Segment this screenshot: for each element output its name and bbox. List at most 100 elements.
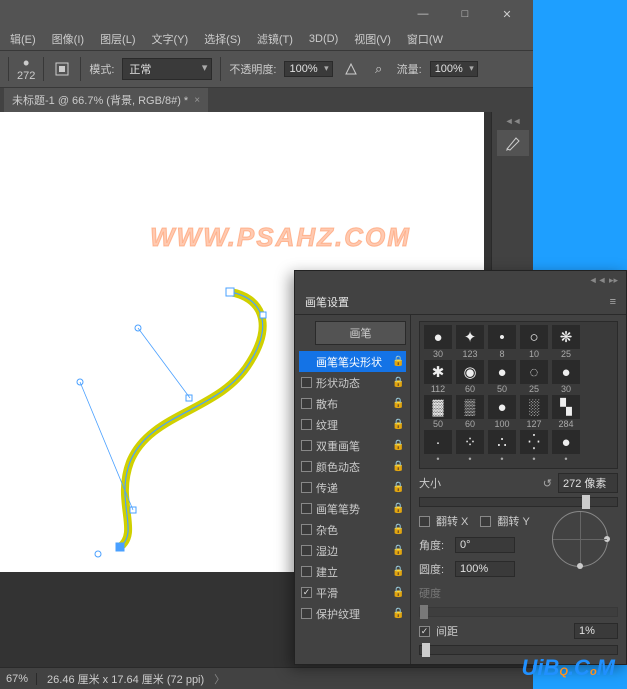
brush-preset[interactable]: ▒60 — [455, 395, 485, 430]
brush-option-row[interactable]: ✓平滑🔒 — [299, 582, 406, 603]
brush-option-row[interactable]: 双重画笔🔒 — [299, 435, 406, 456]
brush-option-row[interactable]: 杂色🔒 — [299, 519, 406, 540]
brush-option-row[interactable]: 纹理🔒 — [299, 414, 406, 435]
brush-option-row[interactable]: 形状动态🔒 — [299, 372, 406, 393]
flow-input[interactable]: 100% — [430, 61, 478, 77]
search-icon[interactable]: ⌕ — [369, 59, 389, 79]
brush-option-row[interactable]: 建立🔒 — [299, 561, 406, 582]
menu-layer[interactable]: 图层(L) — [94, 29, 141, 49]
brush-preset[interactable]: ●30 — [423, 325, 453, 360]
brush-option-row[interactable]: 散布🔒 — [299, 393, 406, 414]
brush-option-row[interactable]: 画笔笔尖形状🔒 — [299, 351, 406, 372]
brush-preset[interactable]: ░127 — [519, 395, 549, 430]
menu-image[interactable]: 图像(I) — [46, 29, 90, 49]
brush-preset[interactable]: ●• — [551, 430, 581, 465]
flip-y-checkbox[interactable] — [480, 516, 491, 527]
brush-presets-tab[interactable]: 画笔 — [315, 321, 406, 345]
brush-preset[interactable]: ∴• — [487, 430, 517, 465]
lock-icon[interactable]: 🔒 — [392, 461, 404, 472]
brush-preset[interactable]: ⁘• — [455, 430, 485, 465]
menu-edit[interactable]: 辑(E) — [4, 29, 42, 49]
brush-option-row[interactable]: 画笔笔势🔒 — [299, 498, 406, 519]
angle-wheel[interactable] — [552, 511, 608, 567]
tab-close-icon[interactable]: × — [194, 95, 200, 106]
row-checkbox[interactable] — [301, 566, 312, 577]
opacity-input[interactable]: 100% — [284, 61, 332, 77]
row-checkbox[interactable] — [301, 545, 312, 556]
lock-icon[interactable]: 🔒 — [392, 377, 404, 388]
brush-tip-grid[interactable]: ●30✦123•8○10❋25✱112◉60●50◌25●30▓50▒60●10… — [419, 321, 618, 469]
lock-icon[interactable]: 🔒 — [392, 503, 404, 514]
lock-icon[interactable]: 🔒 — [392, 608, 404, 619]
reset-size-icon[interactable]: ↺ — [543, 477, 552, 490]
panel-collapse-handle[interactable]: ◄◄ ▸▸ — [295, 271, 626, 289]
brush-preset[interactable]: ◌25 — [519, 360, 549, 395]
brush-preset[interactable]: ●100 — [487, 395, 517, 430]
row-checkbox[interactable] — [301, 482, 312, 493]
maximize-button[interactable]: □ — [445, 2, 485, 26]
menu-3d[interactable]: 3D(D) — [303, 31, 344, 47]
close-button[interactable]: ✕ — [487, 2, 527, 26]
row-checkbox[interactable]: ✓ — [301, 587, 312, 598]
lock-icon[interactable]: 🔒 — [392, 398, 404, 409]
brush-preset[interactable]: ○10 — [519, 325, 549, 360]
row-checkbox[interactable] — [301, 524, 312, 535]
spacing-checkbox[interactable]: ✓ — [419, 626, 430, 637]
menu-filter[interactable]: 滤镜(T) — [251, 29, 299, 49]
menu-select[interactable]: 选择(S) — [198, 29, 247, 49]
brush-preset[interactable]: •8 — [487, 325, 517, 360]
row-checkbox[interactable] — [301, 440, 312, 451]
spacing-input[interactable]: 1% — [574, 623, 618, 639]
zoom-value[interactable]: 67% — [6, 673, 37, 685]
brush-option-row[interactable]: 传递🔒 — [299, 477, 406, 498]
size-input[interactable]: 272 像素 — [558, 473, 618, 493]
brush-preset[interactable]: ◉60 — [455, 360, 485, 395]
menu-window[interactable]: 窗口(W — [401, 29, 449, 49]
brush-preset[interactable]: ❋25 — [551, 325, 581, 360]
lock-icon[interactable]: 🔒 — [392, 545, 404, 556]
size-label: 大小 — [419, 475, 449, 491]
brush-option-row[interactable]: 颜色动态🔒 — [299, 456, 406, 477]
brush-option-row[interactable]: 保护纹理🔒 — [299, 603, 406, 624]
row-checkbox[interactable] — [301, 419, 312, 430]
row-checkbox[interactable] — [301, 461, 312, 472]
brush-preset[interactable]: ·• — [423, 430, 453, 465]
menu-view[interactable]: 视图(V) — [348, 29, 397, 49]
angle-input[interactable]: 0° — [455, 537, 515, 553]
lock-icon[interactable]: 🔒 — [392, 524, 404, 535]
menu-type[interactable]: 文字(Y) — [146, 29, 195, 49]
preset-thumb-icon: ● — [552, 360, 580, 384]
row-checkbox[interactable] — [301, 377, 312, 388]
brush-preset[interactable]: ●50 — [487, 360, 517, 395]
lock-icon[interactable]: 🔒 — [392, 440, 404, 451]
lock-icon[interactable]: 🔒 — [392, 566, 404, 577]
mode-dropdown[interactable]: 正常 — [122, 58, 212, 80]
status-popup-icon[interactable]: 〉 — [214, 671, 225, 687]
lock-icon[interactable]: 🔒 — [392, 587, 404, 598]
brush-preset[interactable]: ▓50 — [423, 395, 453, 430]
document-tab[interactable]: 未标题-1 @ 66.7% (背景, RGB/8#) * × — [4, 87, 208, 112]
row-checkbox[interactable] — [301, 503, 312, 514]
minimize-button[interactable]: — — [403, 2, 443, 26]
flip-x-checkbox[interactable] — [419, 516, 430, 527]
brush-panel-shortcut[interactable] — [497, 130, 529, 156]
lock-icon[interactable]: 🔒 — [392, 419, 404, 430]
brush-preset[interactable]: ✱112 — [423, 360, 453, 395]
size-slider[interactable] — [419, 497, 618, 507]
panel-expand-handle[interactable]: ◄◄ — [505, 116, 521, 126]
brush-preset[interactable]: ✦123 — [455, 325, 485, 360]
brush-option-row[interactable]: 湿边🔒 — [299, 540, 406, 561]
row-checkbox[interactable] — [301, 608, 312, 619]
brush-preset[interactable]: ⁛• — [519, 430, 549, 465]
spacing-slider[interactable] — [419, 645, 618, 655]
row-checkbox[interactable] — [301, 398, 312, 409]
brush-preset[interactable]: ●30 — [551, 360, 581, 395]
lock-icon[interactable]: 🔒 — [392, 356, 404, 367]
roundness-input[interactable]: 100% — [455, 561, 515, 577]
brush-preset-picker[interactable]: • 272 — [17, 56, 35, 82]
pressure-opacity-icon[interactable] — [341, 59, 361, 79]
lock-icon[interactable]: 🔒 — [392, 482, 404, 493]
brush-panel-icon[interactable] — [52, 59, 72, 79]
panel-menu-icon[interactable]: ≡ — [610, 296, 616, 308]
brush-preset[interactable]: ▚284 — [551, 395, 581, 430]
